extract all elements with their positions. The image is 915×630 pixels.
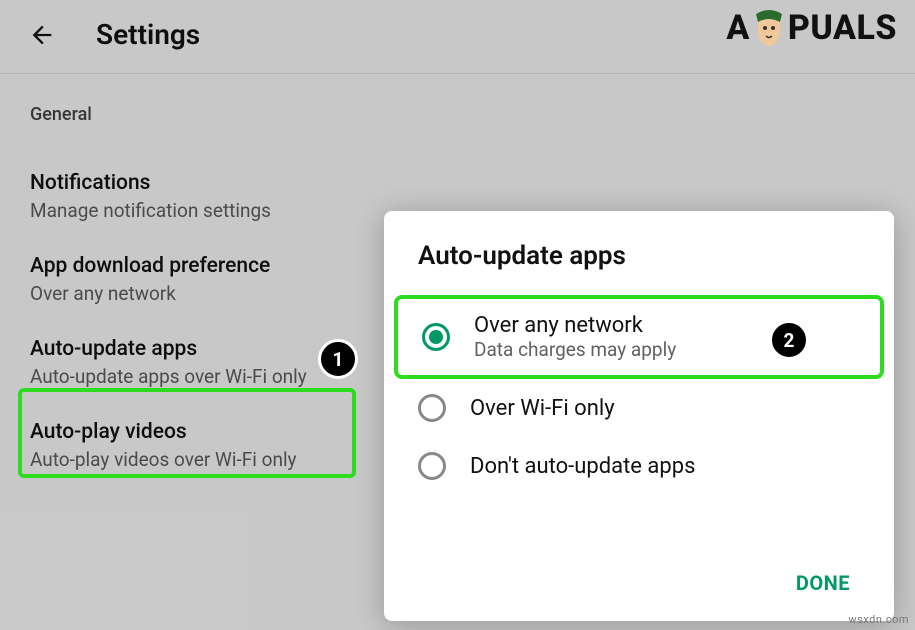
appuals-logo: A PUALS [726, 8, 897, 48]
radio-option-wifi-only[interactable]: Over Wi-Fi only [384, 379, 894, 437]
radio-option-dont-update[interactable]: Don't auto-update apps [384, 437, 894, 495]
section-label-general: General [30, 104, 885, 125]
radio-sub: Data charges may apply [474, 338, 676, 361]
logo-suffix: PUALS [788, 8, 897, 48]
radio-title: Don't auto-update apps [470, 454, 695, 479]
dialog-footer: DONE [782, 561, 864, 605]
radio-option-any-network[interactable]: Over any network Data charges may apply [394, 295, 884, 379]
watermark: wsxdn.com [848, 613, 909, 626]
radio-title: Over Wi-Fi only [470, 396, 615, 421]
setting-title: Notifications [30, 171, 885, 195]
logo-mascot-icon [752, 8, 786, 48]
annotation-badge-1: 1 [318, 339, 358, 379]
radio-title: Over any network [474, 313, 676, 338]
radio-icon [418, 452, 446, 480]
radio-icon [418, 394, 446, 422]
radio-icon [422, 323, 450, 351]
radio-group: Over any network Data charges may apply … [384, 291, 894, 499]
dialog-title: Auto-update apps [384, 241, 894, 291]
annotation-badge-2: 2 [769, 320, 809, 360]
back-arrow-icon[interactable] [28, 21, 56, 49]
page-title: Settings [96, 18, 200, 51]
logo-prefix: A [726, 8, 750, 48]
done-button[interactable]: DONE [782, 561, 864, 605]
auto-update-dialog: Auto-update apps Over any network Data c… [384, 211, 894, 621]
